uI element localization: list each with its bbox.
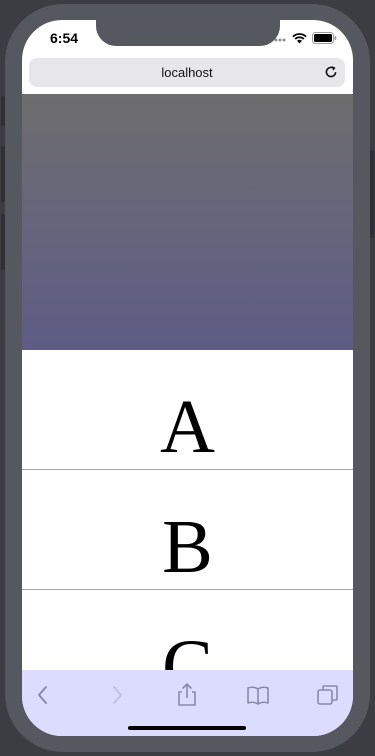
- tabs-icon[interactable]: [315, 682, 341, 708]
- address-bar[interactable]: localhost: [29, 58, 345, 87]
- battery-icon: [312, 32, 337, 44]
- home-indicator[interactable]: [128, 726, 246, 730]
- notch: [96, 20, 280, 46]
- status-time: 6:54: [50, 30, 79, 46]
- address-text: localhost: [161, 65, 213, 80]
- power-button: [370, 150, 374, 238]
- list-item-letter: A: [160, 385, 215, 469]
- screen: 6:54 localhost A B C: [22, 20, 353, 736]
- list-item: B: [22, 470, 353, 590]
- list-item-letter: B: [162, 505, 213, 589]
- list-item: A: [22, 350, 353, 470]
- bookmarks-icon[interactable]: [245, 682, 271, 708]
- wifi-icon: [292, 32, 307, 43]
- hero-gradient-banner: [22, 94, 353, 350]
- device-frame: 6:54 localhost A B C: [0, 0, 375, 756]
- letter-list: A B C: [22, 350, 353, 710]
- share-icon[interactable]: [174, 682, 200, 708]
- forward-icon[interactable]: [104, 682, 130, 708]
- back-icon[interactable]: [30, 682, 56, 708]
- status-icons: [270, 32, 337, 44]
- reload-icon[interactable]: [323, 64, 339, 80]
